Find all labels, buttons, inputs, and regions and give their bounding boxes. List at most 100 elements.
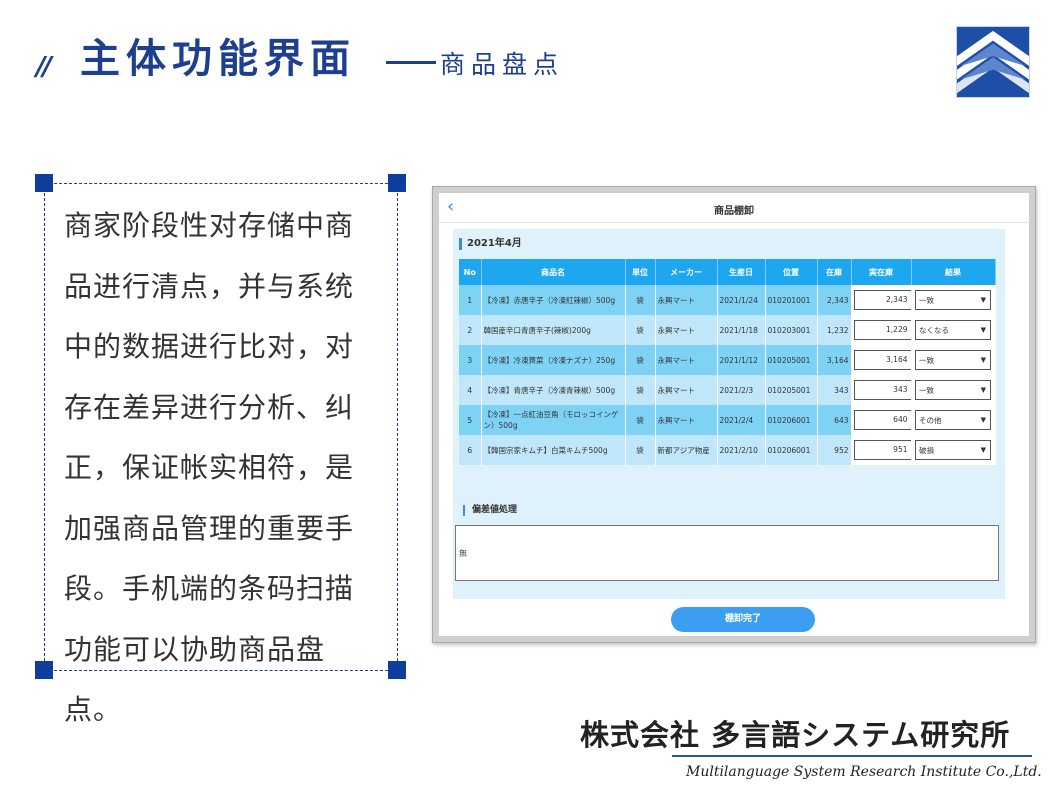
result-cell: 一致 ▼ — [911, 285, 996, 315]
dropdown-arrow-icon: ▼ — [980, 446, 986, 454]
table-row: 6 【韓国宗家キムチ】白菜キムチ500g 袋 新都アジア物産 2021/2/10… — [459, 435, 996, 465]
column-header: 生産日 — [717, 259, 766, 285]
location: 010203001 — [765, 315, 818, 345]
result-cell: 破損 ▼ — [911, 435, 996, 465]
app-screen: ‹ 商品棚卸 2021年4月 No 商品名 単位 メーカー 生産日 位置 在庫 … — [439, 193, 1029, 636]
column-header: 実在庫 — [851, 259, 912, 285]
actual-stock-input[interactable]: 640 — [853, 410, 912, 430]
actual-stock-cell: 640 — [851, 405, 912, 435]
result-select[interactable]: その他 ▼ — [915, 410, 991, 430]
corner-marker — [35, 661, 53, 679]
maker: 新都アジア物産 — [655, 435, 718, 465]
unit: 袋 — [625, 285, 656, 315]
dropdown-arrow-icon: ▼ — [980, 416, 986, 424]
column-header: 単位 — [625, 259, 656, 285]
row-no: 6 — [459, 435, 482, 465]
product-name: 【冷凍】赤唐辛子（冷凍紅辣椒）500g — [481, 285, 626, 315]
result-select[interactable]: 一致 ▼ — [915, 350, 991, 370]
maker: 永興マート — [655, 285, 718, 315]
production-date: 2021/2/10 — [717, 435, 766, 465]
location: 010205001 — [765, 345, 818, 375]
table-row: 1 【冷凍】赤唐辛子（冷凍紅辣椒）500g 袋 永興マート 2021/1/24 … — [459, 285, 996, 315]
row-no: 2 — [459, 315, 482, 345]
stock: 1,232 — [817, 315, 852, 345]
company-name-jp: 株式会社 多言語システム研究所 — [580, 718, 1011, 752]
dropdown-arrow-icon: ▼ — [980, 326, 986, 334]
row-no: 4 — [459, 375, 482, 405]
inventory-table: No 商品名 単位 メーカー 生産日 位置 在庫 実在庫 結果 1 【冷凍】赤唐 — [459, 259, 996, 465]
app-screenshot-frame: ‹ 商品棚卸 2021年4月 No 商品名 単位 メーカー 生産日 位置 在庫 … — [432, 186, 1036, 643]
unit: 袋 — [625, 405, 656, 435]
actual-stock-input[interactable]: 2,343 — [853, 290, 912, 310]
actual-stock-cell: 2,343 — [851, 285, 912, 315]
production-date: 2021/2/3 — [717, 375, 766, 405]
production-date: 2021/1/18 — [717, 315, 766, 345]
result-value: 一致 — [919, 386, 934, 395]
product-name: 韓国産辛口青唐辛子(辣椒)200g — [481, 315, 626, 345]
maker: 永興マート — [655, 405, 718, 435]
actual-stock-input[interactable]: 951 — [853, 440, 912, 460]
product-name: 【冷凍】冷凍薺菜（冷凍ナズナ）250g — [481, 345, 626, 375]
location: 010206001 — [765, 435, 818, 465]
description-text: 商家阶段性对存储中商品进行清点，并与系统中的数据进行比对，对存在差异进行分析、纠… — [64, 209, 355, 726]
maker: 永興マート — [655, 315, 718, 345]
unit: 袋 — [625, 375, 656, 405]
result-value: 破損 — [919, 446, 934, 455]
location: 010205001 — [765, 375, 818, 405]
location: 010201001 — [765, 285, 818, 315]
column-header: 在庫 — [817, 259, 852, 285]
corner-marker — [388, 174, 406, 192]
stock: 952 — [817, 435, 852, 465]
finish-inventory-button[interactable]: 棚卸完了 — [671, 607, 815, 632]
dropdown-arrow-icon: ▼ — [980, 386, 986, 394]
inventory-panel: 2021年4月 No 商品名 単位 メーカー 生産日 位置 在庫 実在庫 結果 … — [453, 229, 1005, 599]
company-name-en: Multilanguage System Research Institute … — [686, 764, 1042, 780]
title-slashes: // — [36, 52, 52, 82]
product-name: 【冷凍】一点紅油豆角（モロッコインゲン）500g — [481, 405, 626, 435]
product-name: 【冷凍】青唐辛子（冷凍青辣椒）500g — [481, 375, 626, 405]
result-select[interactable]: 一致 ▼ — [915, 380, 991, 400]
dropdown-arrow-icon: ▼ — [980, 356, 986, 364]
result-select[interactable]: 破損 ▼ — [915, 440, 991, 460]
production-date: 2021/1/12 — [717, 345, 766, 375]
result-cell: 一致 ▼ — [911, 375, 996, 405]
stock: 343 — [817, 375, 852, 405]
corner-marker — [388, 661, 406, 679]
unit: 袋 — [625, 315, 656, 345]
page-title: 主体功能界面 — [80, 36, 356, 82]
actual-stock-cell: 1,229 — [851, 315, 912, 345]
table-row: 2 韓国産辛口青唐辛子(辣椒)200g 袋 永興マート 2021/1/18 01… — [459, 315, 996, 345]
app-header: ‹ 商品棚卸 — [439, 193, 1029, 223]
result-select[interactable]: 一致 ▼ — [915, 290, 991, 310]
product-name: 【韓国宗家キムチ】白菜キムチ500g — [481, 435, 626, 465]
dropdown-arrow-icon: ▼ — [980, 296, 986, 304]
result-value: 一致 — [919, 356, 934, 365]
row-no: 3 — [459, 345, 482, 375]
actual-stock-input[interactable]: 1,229 — [853, 320, 912, 340]
company-divider — [672, 755, 1032, 757]
actual-stock-input[interactable]: 3,164 — [853, 350, 912, 370]
table-row: 5 【冷凍】一点紅油豆角（モロッコインゲン）500g 袋 永興マート 2021/… — [459, 405, 996, 435]
maker: 永興マート — [655, 375, 718, 405]
stock: 2,343 — [817, 285, 852, 315]
result-select[interactable]: なくなる ▼ — [915, 320, 991, 340]
notes-label: 偏差値処理 — [463, 505, 517, 516]
column-header: メーカー — [655, 259, 718, 285]
msr-logo-icon: MSR — [957, 27, 1029, 97]
msr-logo: MSR — [956, 26, 1030, 98]
logo-text: MSR — [980, 81, 1006, 94]
actual-stock-cell: 3,164 — [851, 345, 912, 375]
notes-textarea[interactable]: 無 — [455, 525, 999, 581]
column-header: 商品名 — [481, 259, 626, 285]
page-subtitle: 商品盘点 — [440, 50, 565, 79]
unit: 袋 — [625, 345, 656, 375]
corner-marker — [35, 174, 53, 192]
result-value: なくなる — [919, 326, 949, 335]
actual-stock-input[interactable]: 343 — [853, 380, 912, 400]
production-date: 2021/2/4 — [717, 405, 766, 435]
result-value: その他 — [919, 416, 942, 425]
app-title: 商品棚卸 — [714, 206, 754, 217]
actual-stock-cell: 951 — [851, 435, 912, 465]
result-cell: 一致 ▼ — [911, 345, 996, 375]
table-header-row: No 商品名 単位 メーカー 生産日 位置 在庫 実在庫 結果 — [459, 259, 996, 285]
